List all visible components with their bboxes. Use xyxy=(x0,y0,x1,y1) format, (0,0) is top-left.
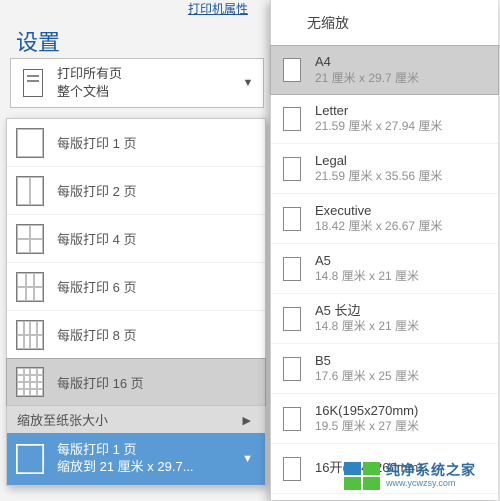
paper-icon xyxy=(279,402,305,436)
paper-icon xyxy=(279,53,305,87)
paper-icon xyxy=(279,202,305,236)
pps-label: 每版打印 8 页 xyxy=(57,325,136,344)
paper-size-letter[interactable]: Letter21.59 厘米 x 27.94 厘米 xyxy=(271,94,498,144)
pps-item-1[interactable]: 每版打印 1 页 xyxy=(7,119,265,167)
paper-size-name: 16K(195x270mm) xyxy=(315,403,419,419)
paper-icon xyxy=(279,352,305,386)
document-icon xyxy=(15,59,51,107)
pps-label: 每版打印 6 页 xyxy=(57,277,136,296)
pps-item-2[interactable]: 每版打印 2 页 xyxy=(7,167,265,215)
paper-icon xyxy=(279,152,305,186)
paper-size-16-184x260mm-[interactable]: 16开(184x260mm) xyxy=(271,444,498,494)
pps-item-4[interactable]: 每版打印 4 页 xyxy=(7,215,265,263)
paper-size-name: A4 xyxy=(315,54,419,70)
pages-per-sheet-menu: 每版打印 1 页每版打印 2 页每版打印 4 页每版打印 6 页每版打印 8 页… xyxy=(6,118,266,486)
paper-size-dim: 21.59 厘米 x 35.56 厘米 xyxy=(315,169,442,184)
paper-size-name: Executive xyxy=(315,203,442,219)
paper-size-a5-[interactable]: A5 长边14.8 厘米 x 21 厘米 xyxy=(271,294,498,344)
paper-icon xyxy=(279,302,305,336)
paper-size-name: 16开(184x260mm) xyxy=(315,460,423,476)
paper-size-b5[interactable]: B517.6 厘米 x 25 厘米 xyxy=(271,344,498,394)
paper-size-name: A5 xyxy=(315,253,419,269)
current-pps-line1: 每版打印 1 页 xyxy=(57,442,194,459)
paper-size-dim: 19.5 厘米 x 27 厘米 xyxy=(315,419,419,434)
paper-size-executive[interactable]: Executive18.42 厘米 x 26.67 厘米 xyxy=(271,194,498,244)
current-pps-dropdown[interactable]: 每版打印 1 页缩放到 21 厘米 x 29.7... ▼ xyxy=(7,433,265,485)
chevron-down-icon: ▼ xyxy=(233,77,263,89)
paper-size-dim: 21 厘米 x 29.7 厘米 xyxy=(315,71,419,86)
paper-size-dim: 18.42 厘米 x 26.67 厘米 xyxy=(315,219,442,234)
printer-properties-link[interactable]: 打印机属性 xyxy=(188,0,248,17)
pages-6-icon xyxy=(13,270,47,304)
paper-size-flyout: 无缩放 A421 厘米 x 29.7 厘米Letter21.59 厘米 x 27… xyxy=(270,0,498,500)
paper-size-a4[interactable]: A421 厘米 x 29.7 厘米 xyxy=(270,45,499,95)
pages-2-icon xyxy=(13,174,47,208)
paper-size-16k-195x270mm-[interactable]: 16K(195x270mm)19.5 厘米 x 27 厘米 xyxy=(271,394,498,444)
pages-8-icon xyxy=(13,318,47,352)
paper-size-name: A5 长边 xyxy=(315,303,419,319)
scale-to-paper-size-item[interactable]: 缩放至纸张大小▶ xyxy=(7,405,265,433)
print-range-line1: 打印所有页 xyxy=(57,65,233,83)
paper-size-name: B5 xyxy=(315,353,419,369)
pages-1-icon xyxy=(13,442,47,476)
paper-icon xyxy=(279,252,305,286)
paper-icon xyxy=(279,102,305,136)
pps-label: 每版打印 4 页 xyxy=(57,229,136,248)
paper-icon xyxy=(279,452,305,486)
pps-label: 每版打印 1 页 xyxy=(57,133,136,152)
paper-size-legal[interactable]: Legal21.59 厘米 x 35.56 厘米 xyxy=(271,144,498,194)
print-range-text: 打印所有页 整个文档 xyxy=(51,65,233,100)
pps-item-16[interactable]: 每版打印 16 页 xyxy=(6,358,266,406)
paper-size-a5[interactable]: A514.8 厘米 x 21 厘米 xyxy=(271,244,498,294)
pages-1-icon xyxy=(13,126,47,160)
pps-item-8[interactable]: 每版打印 8 页 xyxy=(7,311,265,359)
pps-label: 每版打印 16 页 xyxy=(57,373,144,392)
print-range-line2: 整个文档 xyxy=(57,83,233,101)
paper-size-name: Letter xyxy=(315,103,442,119)
paper-size-name: Legal xyxy=(315,153,442,169)
no-scaling-header[interactable]: 无缩放 xyxy=(271,0,498,46)
pages-4-icon xyxy=(13,222,47,256)
print-range-dropdown[interactable]: 打印所有页 整个文档 ▼ xyxy=(10,58,264,108)
chevron-right-icon: ▶ xyxy=(243,414,251,427)
current-pps-line2: 缩放到 21 厘米 x 29.7... xyxy=(57,459,194,476)
paper-size-dim: 14.8 厘米 x 21 厘米 xyxy=(315,319,419,334)
paper-size-dim: 17.6 厘米 x 25 厘米 xyxy=(315,369,419,384)
paper-size-dim: 14.8 厘米 x 21 厘米 xyxy=(315,269,419,284)
pps-item-6[interactable]: 每版打印 6 页 xyxy=(7,263,265,311)
pages-16-icon xyxy=(13,365,47,399)
chevron-down-icon: ▼ xyxy=(242,453,259,465)
paper-size-dim: 21.59 厘米 x 27.94 厘米 xyxy=(315,119,442,134)
settings-heading: 设置 xyxy=(16,25,60,57)
pps-label: 每版打印 2 页 xyxy=(57,181,136,200)
